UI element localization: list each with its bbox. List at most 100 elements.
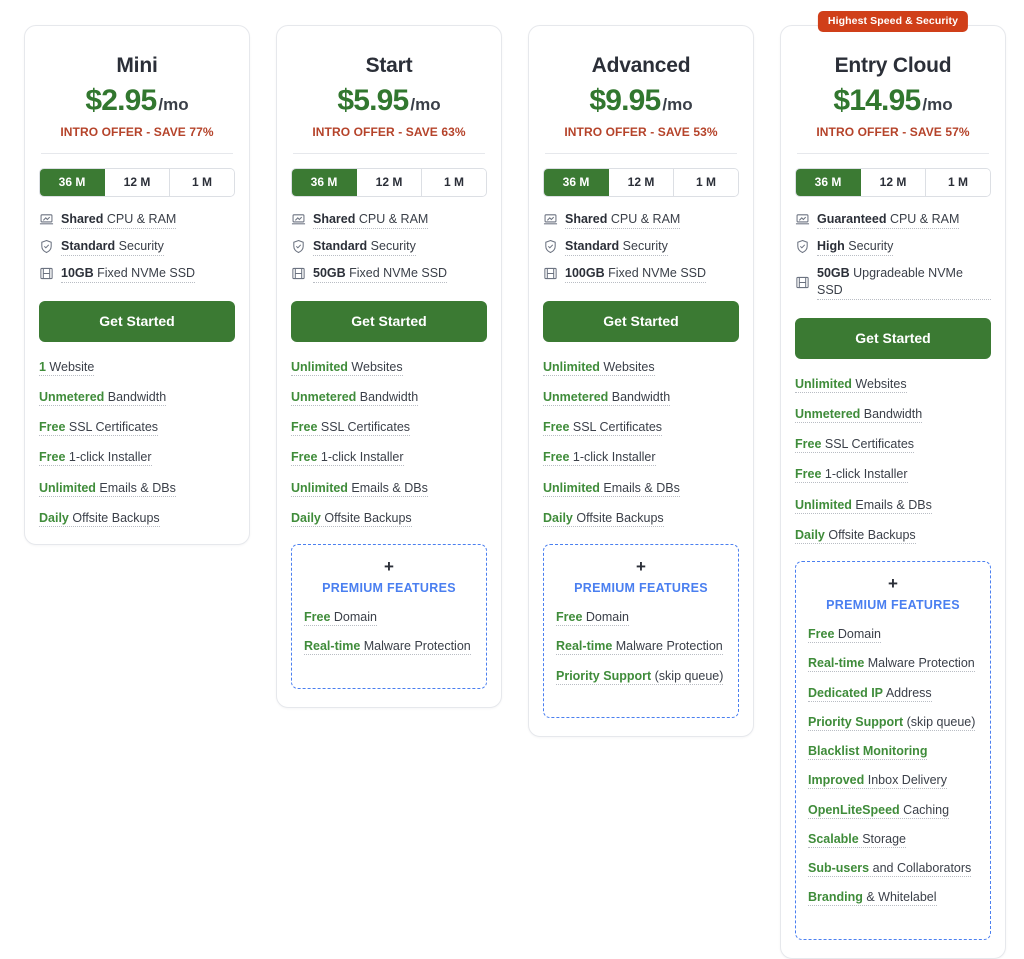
premium-feature-rest: Domain: [834, 627, 881, 641]
spec-row: Standard Security: [39, 238, 235, 256]
term-option-1m[interactable]: 1 M: [422, 169, 486, 196]
premium-features-box: + PREMIUM FEATURES Free Domain Real-time Ma…: [291, 544, 487, 689]
spec-row: 100GB Fixed NVMe SSD: [543, 265, 739, 283]
feature-highlight: Unlimited: [795, 497, 852, 512]
feature-text: Unmetered Bandwidth: [39, 389, 167, 406]
premium-feature-rest: Inbox Delivery: [864, 773, 947, 788]
feature-text: Free SSL Certificates: [291, 420, 411, 437]
spec-text: Guaranteed CPU & RAM: [817, 211, 960, 229]
premium-feature-text: Sub-users and Collaborators: [808, 861, 972, 877]
feature-rest: Website: [45, 359, 95, 374]
spec-highlight: High: [817, 238, 845, 253]
plan-intro-offer: INTRO OFFER - SAVE 63%: [312, 125, 466, 139]
feature-rest: 1-click Installer: [821, 467, 908, 482]
feature-item: Free 1-click Installer: [291, 449, 487, 467]
feature-text: 1 Website: [39, 359, 95, 376]
feature-text: Daily Offsite Backups: [291, 510, 412, 527]
premium-feature-item: Improved Inbox Delivery: [808, 772, 978, 790]
term-option-12m[interactable]: 12 M: [357, 169, 422, 196]
feature-text: Free 1-click Installer: [291, 450, 404, 467]
premium-feature-item: Real-time Malware Protection: [556, 638, 726, 656]
feature-text: Daily Offsite Backups: [795, 527, 916, 544]
premium-feature-item: Priority Support (skip queue): [808, 714, 978, 731]
feature-item: Free 1-click Installer: [543, 449, 739, 467]
cpu-icon: [291, 212, 306, 227]
term-option-1m[interactable]: 1 M: [926, 169, 990, 196]
term-option-12m[interactable]: 12 M: [105, 169, 170, 196]
premium-features-title: PREMIUM FEATURES: [826, 598, 960, 612]
premium-feature-text: Free Domain: [304, 610, 377, 627]
cpu-icon: [543, 212, 558, 227]
premium-feature-rest: Malware Protection: [612, 639, 723, 654]
get-started-button[interactable]: Get Started: [543, 300, 739, 342]
get-started-button[interactable]: Get Started: [39, 300, 235, 342]
feature-rest: Offsite Backups: [320, 510, 412, 525]
premium-feature-text: Real-time Malware Protection: [556, 639, 723, 656]
premium-feature-highlight: Free: [304, 610, 331, 625]
term-option-36m[interactable]: 36 M: [544, 169, 609, 196]
premium-feature-rest: & Whitelabel: [862, 890, 937, 905]
plan-intro-offer: INTRO OFFER - SAVE 53%: [564, 125, 718, 139]
feature-rest: 1-click Installer: [317, 450, 404, 465]
cpu-icon: [39, 212, 54, 227]
term-switch: 36 M 12 M1 M: [291, 168, 487, 197]
feature-highlight: Unmetered: [39, 389, 105, 404]
card-divider: [797, 153, 989, 154]
premium-feature-text: Blacklist Monitoring: [808, 744, 928, 760]
feature-rest: Bandwidth: [356, 389, 419, 404]
premium-feature-highlight: Real-time: [808, 656, 865, 671]
feature-highlight: Unlimited: [543, 480, 600, 495]
spec-text: High Security: [817, 238, 894, 256]
feature-text: Unlimited Websites: [795, 376, 907, 393]
spec-row: Standard Security: [543, 238, 739, 256]
premium-feature-highlight: Priority Support: [808, 714, 904, 729]
plan-card: Advanced $9.95/mo INTRO OFFER - SAVE 53% 36…: [528, 25, 754, 737]
feature-highlight: Free: [795, 437, 822, 451]
feature-item: Unlimited Emails & DBs: [39, 480, 235, 497]
spec-text: Shared CPU & RAM: [313, 211, 429, 229]
feature-item: Daily Offsite Backups: [291, 510, 487, 527]
term-option-1m[interactable]: 1 M: [170, 169, 234, 196]
feature-rest: Bandwidth: [608, 389, 671, 404]
term-option-36m[interactable]: 36 M: [292, 169, 357, 196]
storage-icon: [39, 266, 54, 281]
feature-highlight: Daily: [795, 527, 825, 542]
term-option-12m[interactable]: 12 M: [609, 169, 674, 196]
premium-feature-item: Sub-users and Collaborators: [808, 860, 978, 877]
spec-text: 100GB Fixed NVMe SSD: [565, 265, 707, 283]
spec-text: Shared CPU & RAM: [565, 211, 681, 229]
feature-text: Unlimited Emails & DBs: [795, 497, 932, 514]
premium-feature-item: Real-time Malware Protection: [304, 638, 474, 656]
term-option-36m[interactable]: 36 M: [40, 169, 105, 196]
feature-highlight: Daily: [543, 510, 573, 525]
spec-rest: Security: [115, 238, 164, 253]
premium-feature-highlight: OpenLiteSpeed: [808, 802, 900, 817]
feature-highlight: Free: [291, 420, 318, 435]
get-started-button[interactable]: Get Started: [795, 317, 991, 359]
feature-item: Daily Offsite Backups: [39, 510, 235, 527]
term-option-12m[interactable]: 12 M: [861, 169, 926, 196]
term-option-36m[interactable]: 36 M: [796, 169, 861, 196]
spec-list: Shared CPU & RAM Standard Security 100GB F…: [543, 211, 739, 283]
term-option-1m[interactable]: 1 M: [674, 169, 738, 196]
plus-icon: +: [636, 557, 646, 577]
feature-rest: Websites: [599, 359, 655, 374]
premium-feature-list: Free Domain Real-time Malware Protection: [304, 609, 474, 656]
feature-text: Unlimited Emails & DBs: [543, 480, 680, 497]
plan-badge: Highest Speed & Security: [817, 11, 969, 32]
feature-text: Free 1-click Installer: [39, 450, 152, 467]
feature-text: Daily Offsite Backups: [543, 510, 664, 527]
premium-feature-text: Dedicated IP Address: [808, 685, 932, 702]
feature-rest: Offsite Backups: [68, 510, 160, 525]
feature-highlight: 1: [39, 359, 46, 374]
feature-highlight: Unlimited: [291, 480, 348, 495]
feature-item: Unmetered Bandwidth: [291, 389, 487, 406]
premium-feature-text: Real-time Malware Protection: [304, 639, 471, 656]
spec-highlight: 50GB: [817, 265, 850, 280]
shield-icon: [291, 239, 306, 254]
plan-price-row: $2.95/mo: [39, 84, 235, 118]
spec-rest: Security: [844, 238, 894, 253]
spec-row: 50GB Upgradeable NVMe SSD: [795, 265, 991, 300]
get-started-button[interactable]: Get Started: [291, 300, 487, 342]
spec-rest: Fixed NVMe SSD: [604, 265, 707, 280]
